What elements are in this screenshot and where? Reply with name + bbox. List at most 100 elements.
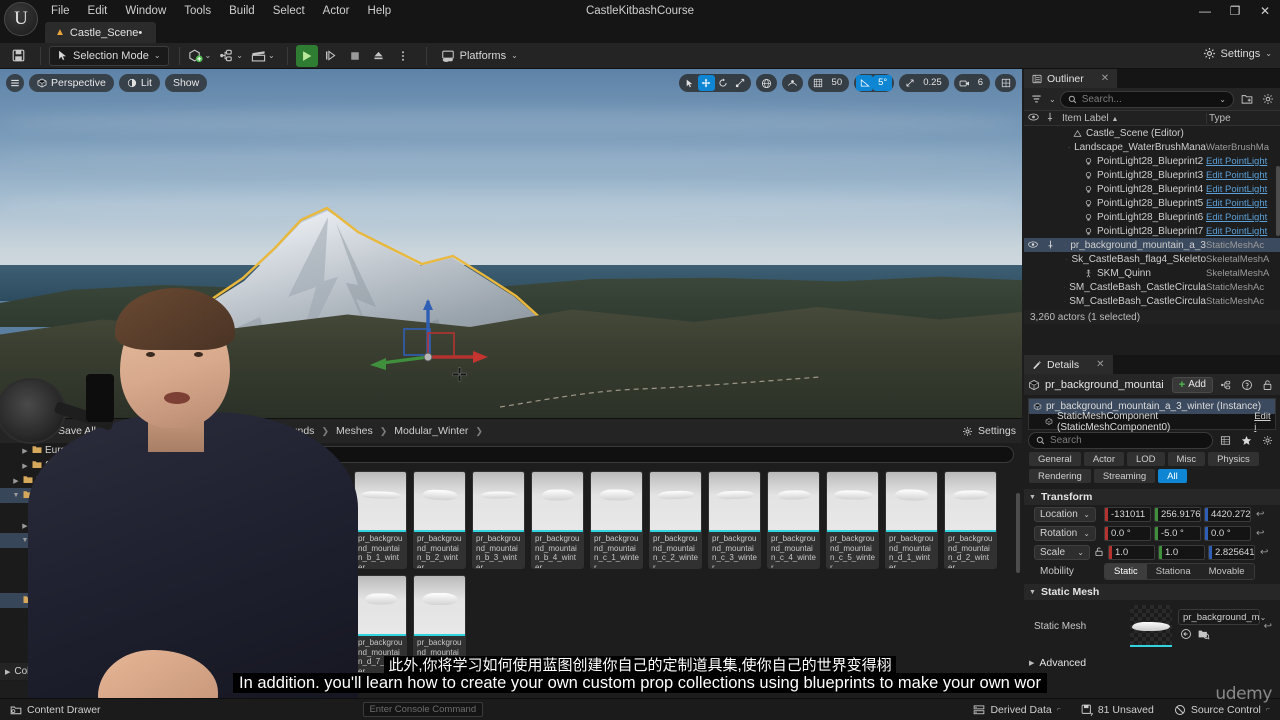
row-type[interactable]: Edit PointLight: [1206, 226, 1280, 237]
new-folder-icon[interactable]: [1238, 91, 1255, 108]
camera-speed-value[interactable]: 6: [973, 75, 988, 91]
location-reset-icon[interactable]: ↩: [1256, 509, 1264, 520]
rotation-z-field[interactable]: 0.0 °: [1204, 526, 1251, 541]
angle-snap-value[interactable]: 5°: [873, 75, 892, 91]
details-component-tree[interactable]: pr_background_mountain_a_3_winter (Insta…: [1028, 398, 1276, 430]
content-tree-row[interactable]: [0, 593, 109, 608]
details-filter-actor[interactable]: Actor: [1084, 452, 1124, 466]
save-all-button[interactable]: Save All: [42, 425, 96, 437]
location-y-field[interactable]: 256.9176: [1154, 507, 1201, 522]
asset-card[interactable]: pr_background_mountain_d_5_winter: [236, 575, 289, 673]
content-tree-row[interactable]: ▶ M: [0, 518, 109, 533]
row-type[interactable]: Edit PointLight: [1206, 212, 1280, 223]
play-options-button[interactable]: [392, 45, 414, 67]
asset-grid[interactable]: pr_background_mountain_a_2_winter pr_back…: [110, 465, 1022, 681]
details-filter-misc[interactable]: Misc: [1168, 452, 1206, 466]
tree-twisty[interactable]: ▶: [21, 462, 29, 470]
chevron-down-icon-filter[interactable]: ⌄: [1049, 95, 1056, 104]
create-actor-button[interactable]: ⌄: [184, 45, 216, 67]
content-tree-row[interactable]: [0, 578, 109, 593]
lock-icon[interactable]: [1259, 376, 1276, 393]
skip-button[interactable]: [320, 45, 342, 67]
static-mesh-section-header[interactable]: ▼ Static Mesh: [1024, 584, 1280, 600]
asset-card[interactable]: pr_background_mountain_d_2_winter: [944, 471, 997, 569]
menu-item-file[interactable]: File: [42, 0, 79, 22]
breadcrumb-content[interactable]: Content: [154, 425, 191, 437]
column-pin-icon[interactable]: [1042, 112, 1058, 125]
selection-mode-button[interactable]: Selection Mode ⌄: [49, 46, 169, 66]
asset-card[interactable]: pr_background_mountain_b_4_winter: [531, 471, 584, 569]
outliner-row[interactable]: PointLight28_Blueprint4 Edit PointLight: [1024, 182, 1280, 196]
outliner-row[interactable]: PointLight28_Blueprint5 Edit PointLight: [1024, 196, 1280, 210]
content-browser-settings-button[interactable]: Settings: [962, 425, 1016, 437]
outliner-row[interactable]: SM_CastleBash_CastleCirculaStaticMeshAc: [1024, 280, 1280, 294]
asset-card[interactable]: pr_background_mountain_d_6_winter: [295, 575, 348, 673]
details-filter-general[interactable]: General: [1029, 452, 1081, 466]
content-tree-row[interactable]: ▼ M: [0, 533, 109, 548]
outliner-row[interactable]: PointLight28_Blueprint7 Edit PointLight: [1024, 224, 1280, 238]
help-icon[interactable]: [1238, 376, 1255, 393]
edit-in-blueprint-link[interactable]: Edit i: [1254, 411, 1275, 433]
asset-card[interactable]: pr_background_mountain_c_3_winter: [708, 471, 761, 569]
scale-lock-icon[interactable]: [1094, 546, 1104, 560]
grid-snap-value[interactable]: 50: [827, 75, 848, 91]
outliner-row[interactable]: Sk_CastleBash_flag4_Skeleto SkeletalMeshA: [1024, 252, 1280, 266]
angle-icon[interactable]: [856, 75, 873, 91]
asset-card[interactable]: pr_background_mountain_a_4_winter: [236, 471, 289, 569]
asset-card[interactable]: pr_background_mountain_d_4_winter: [177, 575, 230, 673]
content-drawer-button[interactable]: Content Drawer: [0, 699, 111, 720]
favorite-star-icon[interactable]: [1238, 432, 1255, 449]
outliner-row[interactable]: PointLight28_Blueprint3 Edit PointLight: [1024, 168, 1280, 182]
menu-item-window[interactable]: Window: [116, 0, 175, 22]
tree-twisty[interactable]: ▶: [30, 567, 38, 575]
mobility-group[interactable]: Static Stationa Movable: [1104, 563, 1255, 580]
asset-card[interactable]: pr_background_mountain_d_3_winter: [118, 575, 171, 673]
unsaved-button[interactable]: 81 Unsaved: [1071, 699, 1164, 720]
asset-card[interactable]: pr_background_mountain_b_3_winter: [472, 471, 525, 569]
viewport-viewmode-button[interactable]: Lit: [119, 74, 160, 92]
menu-item-help[interactable]: Help: [359, 0, 401, 22]
asset-card[interactable]: pr_background_mountain_d_1_winter: [885, 471, 938, 569]
outliner-row[interactable]: PointLight28_Blueprint2 Edit PointLight: [1024, 154, 1280, 168]
collections-bar[interactable]: ▶ Collections: [0, 663, 110, 680]
browse-icon[interactable]: [1197, 628, 1210, 643]
close-icon-details[interactable]: ✕: [1096, 359, 1104, 370]
content-browser-tree[interactable]: ▶ Europea ▶ Surface ▶ MSPres ▼ PhotoR Ma ▶ M ▼ M ▶ ▶: [0, 443, 110, 681]
gear-icon[interactable]: [1259, 91, 1276, 108]
tab-details[interactable]: Details ✕: [1024, 355, 1113, 374]
scale-y-field[interactable]: 1.0: [1158, 545, 1205, 560]
details-filter-streaming[interactable]: Streaming: [1094, 469, 1155, 483]
console-command-input[interactable]: Enter Console Command: [363, 702, 483, 717]
outliner-row[interactable]: Landscape_WaterBrushMana WaterBrushMa: [1024, 140, 1280, 154]
add-component-button[interactable]: + Add: [1172, 377, 1213, 393]
asset-card[interactable]: pr_background_mountain_b_2_winter: [413, 471, 466, 569]
asset-card[interactable]: pr_background_mountain_a_5_winter: [295, 471, 348, 569]
rotate-icon[interactable]: [715, 75, 732, 91]
content-tree-row[interactable]: ▶ Europea: [0, 443, 109, 458]
asset-card[interactable]: pr_background_mountain_d_7_winter: [354, 575, 407, 673]
rotation-x-field[interactable]: 0.0 °: [1104, 526, 1151, 541]
advanced-section-header[interactable]: ▶ Advanced: [1024, 655, 1280, 671]
asset-card[interactable]: pr_background_mountain_c_5_winter: [826, 471, 879, 569]
mobility-stationa[interactable]: Stationa: [1147, 564, 1200, 579]
content-tree-row[interactable]: ▶: [0, 548, 109, 563]
outliner-row[interactable]: pr_background_mountain_a_3 StaticMeshAc: [1024, 238, 1280, 252]
content-tree-row[interactable]: ▶: [0, 563, 109, 578]
level-viewport[interactable]: ✛ Perspective Lit Show 50 5° 0.25 6: [0, 69, 1022, 418]
breadcrumb-meshes[interactable]: Meshes: [336, 425, 373, 437]
minimize-button[interactable]: —: [1190, 0, 1220, 22]
tab-outliner[interactable]: Outliner ✕: [1024, 69, 1117, 88]
scale-x-field[interactable]: 1.0: [1108, 545, 1155, 560]
menu-item-edit[interactable]: Edit: [79, 0, 117, 22]
column-eye-icon[interactable]: [1024, 113, 1042, 124]
details-search-input[interactable]: Search: [1028, 432, 1213, 449]
move-icon[interactable]: [698, 75, 715, 91]
details-filter-rendering[interactable]: Rendering: [1029, 469, 1091, 483]
outliner-row[interactable]: SM_CastleBash_CastleCirculaStaticMeshAc: [1024, 308, 1280, 310]
asset-card[interactable]: pr_background_mountain_c_4_winter: [767, 471, 820, 569]
viewport-show-button[interactable]: Show: [165, 74, 207, 92]
globe-icon[interactable]: [758, 75, 775, 91]
mobility-static[interactable]: Static: [1105, 564, 1147, 579]
platforms-button[interactable]: Platforms ⌄: [441, 49, 518, 63]
chevron-down-icon-search[interactable]: ⌄: [1219, 95, 1226, 104]
